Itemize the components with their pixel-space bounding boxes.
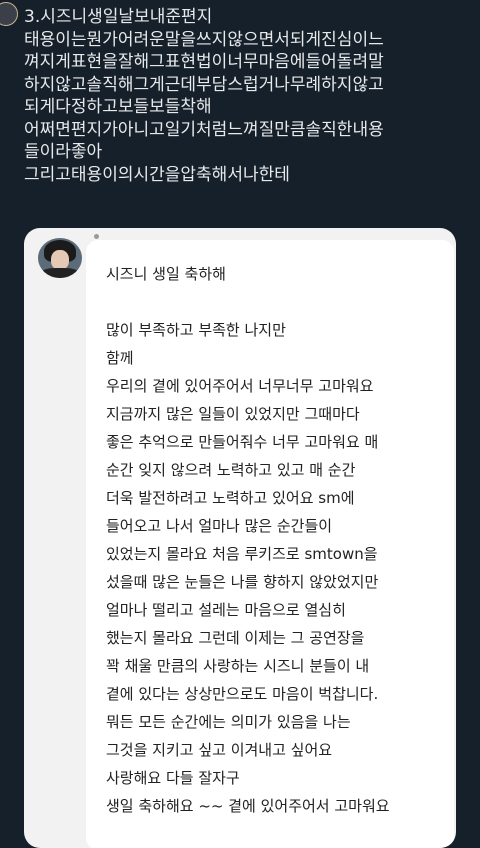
- letter-line: 있었는지 몰라요 처음 루키즈로 smtown을: [106, 545, 378, 563]
- tweet-line: 되게다정하고보들보들착해: [24, 97, 212, 117]
- tweet-line: 그리고태용이의시간을압축해서나한테: [24, 164, 290, 185]
- tweet-line: 태용이는뭔가어려운말을쓰지않으면서되게진심이느: [24, 29, 384, 50]
- letter-line: 했는지 몰라요 그런데 이제는 그 공연장을: [106, 629, 365, 647]
- letter-line: 사랑해요 다들 잘자구: [106, 769, 240, 787]
- letter-line: 생일 축하해요 ~~ 곁에 있어주어서 고마워요: [106, 797, 390, 815]
- letter-line: 좋은 추억으로 만들어줘수 너무 고마워요 매: [106, 433, 379, 451]
- letter-line: 꽉 채울 만큼의 사랑하는 시즈니 분들이 내: [106, 657, 370, 675]
- tweet-line: 어쩌면편지가아니고일기처럼느껴질만큼솔직한내용: [24, 119, 384, 140]
- letter-line: 지금까지 많은 일들이 있었지만 그때마다: [106, 405, 360, 423]
- tweet-line: 들이라좋아: [24, 142, 103, 162]
- letter-line: 순간 잊지 않으려 노력하고 있고 매 순간: [106, 461, 356, 479]
- tweet-text: 3.시즈니생일날보내준편지 태용이는뭔가어려운말을쓰지않으면서되게진심이느 껴지…: [24, 6, 474, 186]
- letter-line: 더욱 발전하려고 노력하고 있어요 sm에: [106, 489, 355, 507]
- letter-panel: 시즈니 생일 축하해 많이 부족하고 부족한 나지만 함께 우리의 곁에 있어주…: [86, 240, 454, 848]
- letter-line: 뭐든 모든 순간에는 의미가 있음을 나는: [106, 713, 351, 731]
- profile-avatar[interactable]: [0, 2, 18, 26]
- letter-title: 시즈니 생일 축하해: [106, 265, 226, 283]
- letter-text: 시즈니 생일 축하해 많이 부족하고 부족한 나지만 함께 우리의 곁에 있어주…: [106, 260, 446, 820]
- letter-line: 그것을 지키고 싶고 이겨내고 싶어요: [106, 741, 333, 759]
- letter-line: 섰을때 많은 눈들은 나를 향하지 않았었지만: [106, 573, 379, 591]
- letter-line: 얼마나 떨리고 설레는 마음으로 열심히: [106, 601, 346, 619]
- letter-line: 함께: [106, 349, 134, 367]
- letter-line: 곁에 있다는 상상만으로도 마음이 벅찹니다.: [106, 685, 379, 703]
- letter-line: 들어오고 나서 얼마나 많은 순간들이: [106, 517, 333, 535]
- letter-line: [106, 288, 446, 316]
- tweet-line: 껴지게표현을잘해그표현법이너무마음에들어돌려말: [24, 52, 384, 72]
- tweet-line: 3.시즈니생일날보내준편지: [24, 7, 213, 27]
- tweet-line: 하지않고솔직해그게근데부담스럽거나무례하지않고: [24, 74, 384, 95]
- tweet-image[interactable]: 시즈니 생일 축하해 많이 부족하고 부족한 나지만 함께 우리의 곁에 있어주…: [24, 228, 456, 848]
- letter-author-avatar: [38, 238, 82, 278]
- dot-indicator: [94, 234, 99, 239]
- letter-line: 우리의 곁에 있어주어서 너무너무 고마워요: [106, 377, 374, 395]
- letter-line: 많이 부족하고 부족한 나지만: [106, 321, 286, 339]
